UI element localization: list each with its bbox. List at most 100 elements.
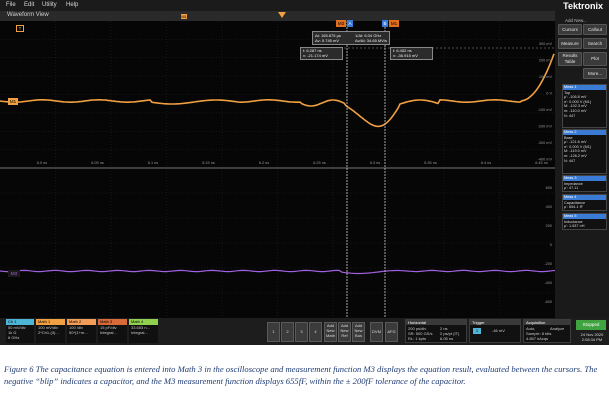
meas3-mean: µ': 47.11 xyxy=(564,186,579,191)
menu-utility[interactable]: Utility xyxy=(42,2,57,8)
channel-4-button[interactable]: 4 xyxy=(309,322,322,342)
voltage-tick-label: 100 mV xyxy=(539,75,553,79)
math3-expr: Integral... xyxy=(100,330,117,335)
cursor-a-handle[interactable]: A xyxy=(347,20,353,27)
meas1-count: N: 447 xyxy=(564,113,576,118)
channel-1-button[interactable]: 1 xyxy=(267,322,280,342)
trigger-source-badge: 1 xyxy=(473,328,481,334)
time-tick-label: 6.4 ns xyxy=(481,161,491,165)
math4-expr: Integral... xyxy=(131,330,148,335)
lower-tick-label: -400 xyxy=(544,281,552,285)
time-tick-label: 6.25 ns xyxy=(313,161,326,165)
marker-m1[interactable]: M1 xyxy=(389,20,399,27)
acquisition-count: 4.857 kAcqs xyxy=(526,336,549,341)
plot-button[interactable]: Plot xyxy=(583,52,607,66)
menu-bar: File Edit Utility Help Tektronix xyxy=(0,0,609,11)
meas3-title: Meas 3 xyxy=(563,176,606,181)
dvm-button[interactable]: DVM xyxy=(370,322,383,342)
meas1-title: Meas 1 xyxy=(563,85,606,90)
meas3-box[interactable]: Meas 3 Impedance µ': 47.11 xyxy=(562,175,607,192)
trigger-title: Trigger xyxy=(470,320,520,325)
meas2-box[interactable]: Meas 2 Base µ': -121.6 mV σ': 0.000 V (M… xyxy=(562,129,607,174)
math1-ref-marker[interactable]: M1 xyxy=(8,98,18,105)
voltage-tick-label: -300 mV xyxy=(538,141,553,145)
ch1-badge[interactable]: Ch 1 50 mV/div 1k Ω6 GHz xyxy=(6,319,34,343)
time-value: 2:08:34 PM xyxy=(581,337,603,342)
callout-button[interactable]: Callout xyxy=(583,24,607,35)
cursor-b-handle[interactable]: B xyxy=(382,20,388,27)
menu-file[interactable]: File xyxy=(6,2,16,8)
add-new-bus-button[interactable]: Add New Bus xyxy=(352,322,365,342)
trigger-level-marker[interactable]: T xyxy=(16,25,24,32)
menu-edit[interactable]: Edit xyxy=(24,2,34,8)
add-new-math-button[interactable]: Add New Math xyxy=(324,322,337,342)
math1-trace xyxy=(0,53,555,128)
measure-button[interactable]: Measure xyxy=(558,38,582,49)
ch1-bw: 6 GHz xyxy=(8,335,20,340)
graticule xyxy=(0,21,555,318)
math3-badge[interactable]: Math 3 15 pF/div Integral... xyxy=(98,319,127,343)
meas5-box[interactable]: Meas 5 Inductance µ': 1.637 nH xyxy=(562,213,607,230)
trigger-level: -46 mV xyxy=(492,328,505,333)
horizontal-panel[interactable]: Horizontal 200 ps/div SR: 500 GS/s RL: 1… xyxy=(405,319,467,343)
time-tick-label: 6.35 ns xyxy=(424,161,437,165)
analyze-label: Analyze xyxy=(550,326,565,331)
channel-2-button[interactable]: 2 xyxy=(281,322,294,342)
marker-m3[interactable]: M3 xyxy=(336,20,346,27)
channel-3-button[interactable]: 3 xyxy=(295,322,308,342)
voltage-tick-label: -400 mV xyxy=(538,158,553,162)
tektronix-logo: Tektronix xyxy=(563,1,603,11)
meas2-title: Meas 2 xyxy=(563,130,606,135)
math3-ref-marker[interactable]: M3 xyxy=(8,270,20,277)
meas2-count: N: 447 xyxy=(564,158,576,163)
trigger-position-icon[interactable] xyxy=(278,12,286,18)
math4-badge[interactable]: Math 4 33.653 n... Integral... xyxy=(129,319,158,343)
plot-area: 6.0 ns 6.05 ns 6.1 ns 6.15 ns 6.2 ns 6.25 ns 6… xyxy=(0,21,555,318)
search-button[interactable]: Search xyxy=(583,38,607,49)
voltage-tick-label: 0 V xyxy=(546,92,552,96)
cursor-b-readout: t: 6.452 ns v: -36.915 mV xyxy=(390,47,433,60)
oscilloscope-screen: File Edit Utility Help Tektronix Wavefor… xyxy=(0,0,609,345)
time-tick-label: 6.15 ns xyxy=(202,161,215,165)
horizontal-title: Horizontal xyxy=(406,320,466,325)
upper-voltage-axis: 300 mV 200 mV 100 mV 0 V -100 mV -200 mV -300 … xyxy=(538,42,553,162)
meas4-mean: µ': 654.1 fF xyxy=(564,205,583,210)
voltage-tick-label: 200 mV xyxy=(539,59,553,63)
voltage-tick-label: -100 mV xyxy=(538,108,553,112)
meas5-title: Meas 5 xyxy=(563,214,606,219)
date-time: 24 Nov 2020 2:08:34 PM xyxy=(576,332,608,342)
meas1-box[interactable]: Meas 1 Top µ': -106.8 mV σ': 0.000 V (M1… xyxy=(562,84,607,128)
meas4-box[interactable]: Meas 4 Capacitance µ': 654.1 fF xyxy=(562,194,607,211)
add-new-ref-button[interactable]: Add New Ref xyxy=(338,322,351,342)
math1-expr: 2*Ch1-(3)... xyxy=(38,330,59,335)
math2-expr: 50*(1+m... xyxy=(69,330,88,335)
cursor-delta-readout: Δt: 165.875 µs Δv: 5.745 mV 1/Δt: 6.04 G… xyxy=(312,31,390,45)
acquisition-panel[interactable]: Acquisition Auto, Analyze Sample: 8 bits… xyxy=(523,319,571,343)
time-tick-label: 6.05 ns xyxy=(91,161,104,165)
results-table-button[interactable]: Results Table xyxy=(558,52,582,66)
cursor-a-readout: t: 6.287 ns v: -21.174 mV xyxy=(300,47,343,60)
waveform-view-title: Waveform View xyxy=(7,12,49,18)
time-tick-label: 6.2 ns xyxy=(259,161,269,165)
time-tick-label: 6.0 ns xyxy=(37,161,47,165)
math2-badge[interactable]: Math 2 100 /div 50*(1+m... xyxy=(67,319,96,343)
voltage-tick-label: 300 mV xyxy=(539,42,553,46)
afg-button[interactable]: AFG xyxy=(385,322,398,342)
add-new-label[interactable]: Add New... xyxy=(565,18,587,23)
meas4-title: Meas 4 xyxy=(563,195,606,200)
lower-tick-label: 200 xyxy=(546,224,552,228)
cursor-a-volt: v: -21.174 mV xyxy=(303,53,328,58)
menu-help[interactable]: Help xyxy=(66,2,78,8)
cursors-button[interactable]: Cursors xyxy=(558,24,582,35)
lower-tick-label: -600 xyxy=(544,300,552,304)
math1-badge[interactable]: Math 1 100 mV/div 2*Ch1-(3)... xyxy=(36,319,65,343)
waveform-plot: 6.0 ns 6.05 ns 6.1 ns 6.15 ns 6.2 ns 6.25 ns 6… xyxy=(0,21,555,318)
lower-tick-label: -200 xyxy=(544,262,552,266)
trigger-panel[interactable]: Trigger 1 -46 mV xyxy=(469,319,521,343)
more-button[interactable]: More... xyxy=(583,68,607,79)
run-stop-status[interactable]: Stopped xyxy=(576,320,606,330)
waveform-marker: M1 xyxy=(181,14,187,19)
meas5-mean: µ': 1.637 nH xyxy=(564,224,585,229)
time-tick-label: 6.1 ns xyxy=(148,161,158,165)
horizontal-record-length: RL: 1 kpts xyxy=(408,336,427,341)
